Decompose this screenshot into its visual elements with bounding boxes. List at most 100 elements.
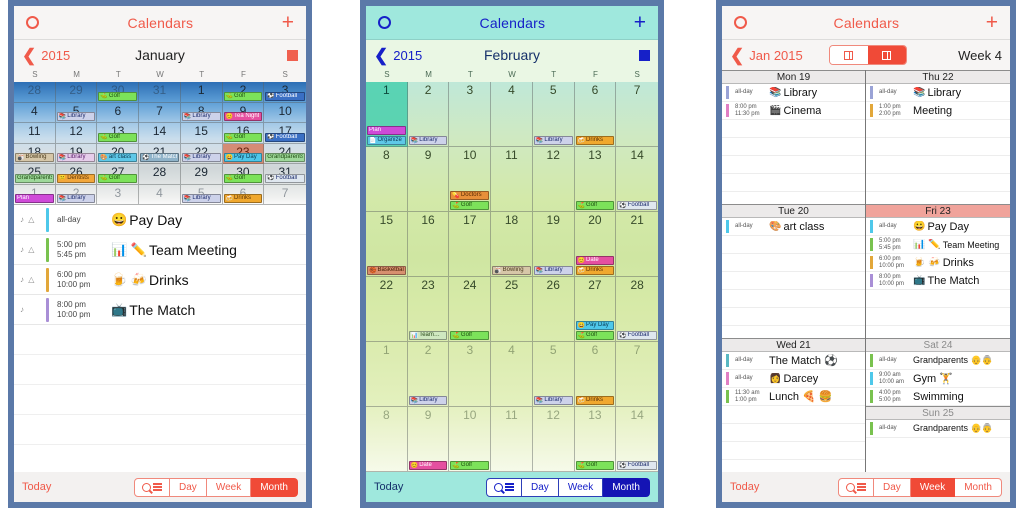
event-badge[interactable]: 🍻 Drinks: [575, 396, 615, 405]
day-cell[interactable]: 10 💊 Doctors ⛳ Golf: [449, 147, 492, 212]
event-badge[interactable]: 😀 Pay Day: [223, 153, 263, 162]
event-badge[interactable]: 🍻 Drinks: [575, 266, 615, 275]
event-badge[interactable]: ⚽ Football: [265, 91, 305, 101]
day-cell[interactable]: 12: [532, 147, 575, 212]
event-badge[interactable]: ⛳ Golf: [450, 331, 490, 340]
day-cell[interactable]: 4: [491, 342, 533, 407]
search-button[interactable]: [838, 477, 875, 497]
event-badge[interactable]: ⛳ Golf: [575, 201, 615, 210]
week-event-row[interactable]: all-day The Match ⚽: [722, 352, 865, 370]
week-day-header[interactable]: Sat 24: [866, 338, 1010, 352]
day-cell[interactable]: 1: [366, 342, 408, 407]
event-badge[interactable]: 😊 Date: [575, 256, 615, 265]
stop-square-icon[interactable]: [639, 49, 650, 61]
stop-square-icon[interactable]: [287, 49, 298, 61]
day-cell[interactable]: 28: [139, 164, 181, 185]
record-circle-icon[interactable]: [26, 16, 39, 29]
event-badge[interactable]: ⛳ Golf: [575, 331, 615, 340]
day-cell[interactable]: 8: [366, 407, 408, 472]
day-cell[interactable]: 27 ⛳ Golf: [97, 164, 140, 185]
segment-month[interactable]: Month: [251, 477, 298, 497]
event-badge[interactable]: 📚 Library: [56, 194, 96, 203]
event-badge[interactable]: ⚽ Football: [617, 331, 657, 340]
event-badge[interactable]: ⛳ Golf: [98, 91, 138, 101]
year-label[interactable]: 2015: [41, 48, 70, 63]
single-page-icon[interactable]: [867, 46, 906, 64]
week-event-row[interactable]: 4:00 pm 5:00 pm Swimming: [866, 388, 1010, 406]
day-cell[interactable]: 3: [449, 342, 492, 407]
day-cell[interactable]: 19 📚 Library: [532, 212, 575, 277]
week-event-row[interactable]: all-day 📚 Library: [866, 84, 1010, 102]
day-cell[interactable]: 31 ⚽ Football: [264, 164, 306, 185]
event-list-row[interactable]: ♪ △ 5:00 pm 5:45 pm 📊 ✏️ Team Meeting: [14, 235, 306, 265]
week-event-row[interactable]: 11:30 am 1:00 pm Lunch 🍕 🍔: [722, 388, 865, 406]
day-cell[interactable]: 10 ⛳ Golf: [449, 407, 492, 472]
event-badge[interactable]: ⚽ Football: [265, 132, 305, 142]
week-day-header[interactable]: Mon 19: [722, 70, 865, 84]
day-cell[interactable]: 10: [264, 103, 306, 123]
event-badge[interactable]: 📚 Library: [181, 153, 221, 162]
segment-month[interactable]: Month: [603, 477, 650, 497]
day-cell[interactable]: 13 ⛳ Golf: [574, 407, 617, 472]
period-label[interactable]: Jan 2015: [749, 48, 803, 63]
plus-icon[interactable]: +: [282, 12, 294, 33]
day-cell[interactable]: 28: [14, 82, 56, 103]
day-cell[interactable]: 1: [180, 82, 223, 103]
event-badge[interactable]: 📚 Library: [181, 194, 221, 203]
record-circle-icon[interactable]: [734, 16, 747, 29]
day-cell[interactable]: 26: [532, 277, 575, 342]
event-badge[interactable]: Plan: [367, 126, 406, 135]
week-event-row[interactable]: all-day 🎨 art class: [722, 218, 865, 236]
event-list-row[interactable]: ♪ 8:00 pm 10:00 pm 📺 The Match: [14, 295, 306, 325]
segment-week[interactable]: Week: [558, 477, 604, 497]
week-event-row[interactable]: 8:00 pm 10:00 pm 📺 The Match: [866, 272, 1010, 290]
event-badge[interactable]: 📚 Library: [533, 266, 573, 275]
event-badge[interactable]: 😀 Pay Day: [575, 321, 615, 330]
day-cell[interactable]: 5 📚 Library: [532, 342, 575, 407]
today-button[interactable]: Today: [374, 481, 403, 493]
day-cell[interactable]: 23 📊 Team…: [407, 277, 450, 342]
day-cell[interactable]: 9 😊 Date: [407, 407, 450, 472]
day-cell[interactable]: 6 🍻 Drinks: [574, 342, 617, 407]
day-cell[interactable]: 6: [97, 102, 140, 123]
week-event-row[interactable]: all-day 📚 Library: [722, 84, 865, 102]
day-cell[interactable]: 20 😊 Date 🍻 Drinks: [574, 212, 617, 277]
day-cell[interactable]: 26 😐 Dentists: [55, 164, 98, 185]
day-cell[interactable]: 21 ⚽ The Match: [139, 143, 181, 164]
event-badge[interactable]: ⛳ Golf: [223, 173, 263, 183]
day-cell[interactable]: 18 🎳 Bowling: [491, 212, 533, 277]
segment-day[interactable]: Day: [170, 477, 207, 497]
day-cell[interactable]: 25: [491, 277, 533, 342]
day-cell[interactable]: 14 ⚽ Football: [616, 147, 658, 212]
event-list-row[interactable]: ♪ △ 6:00 pm 10:00 pm 🍺 🍻 Drinks: [14, 265, 306, 295]
segment-week[interactable]: Week: [206, 477, 252, 497]
week-event-row[interactable]: all-day Grandparents 👴👵: [866, 420, 1010, 438]
event-badge[interactable]: ⛳ Golf: [450, 201, 490, 210]
day-cell[interactable]: 11: [491, 147, 533, 212]
segment-month[interactable]: Month: [955, 477, 1002, 497]
day-cell[interactable]: 7: [616, 342, 658, 407]
day-cell[interactable]: 5 📚 Library: [55, 102, 98, 123]
event-badge[interactable]: ⚽ Football: [617, 201, 657, 210]
day-cell[interactable]: 2 📚 Library: [407, 82, 450, 147]
event-badge[interactable]: 😊 Tea Night: [223, 112, 263, 121]
day-cell[interactable]: 2 ⛳ Golf: [222, 82, 265, 103]
day-cell[interactable]: 4: [14, 102, 56, 123]
day-cell[interactable]: 1 Plan 📄 Organize: [366, 82, 408, 147]
week-layout-toggle[interactable]: [828, 45, 907, 65]
event-badge[interactable]: ⛳ Golf: [98, 132, 138, 142]
week-event-row[interactable]: 6:00 pm 10:00 pm 🍺 🍻 Drinks: [866, 254, 1010, 272]
day-cell[interactable]: 17: [449, 212, 492, 277]
segment-day[interactable]: Day: [522, 477, 559, 497]
day-cell[interactable]: 31: [139, 82, 181, 103]
day-cell[interactable]: 19 📚 Library: [55, 143, 98, 164]
day-cell[interactable]: 13 ⛳ Golf: [97, 123, 140, 144]
search-button[interactable]: [134, 477, 171, 497]
chevron-left-icon[interactable]: ❮: [730, 47, 744, 64]
day-cell[interactable]: 9: [407, 147, 450, 212]
week-day-header[interactable]: Wed 21: [722, 338, 865, 352]
day-cell[interactable]: 28 ⚽ Football: [616, 277, 658, 342]
event-badge[interactable]: Plan: [15, 194, 54, 203]
week-day-header[interactable]: Tue 20: [722, 204, 865, 218]
segment-day[interactable]: Day: [874, 477, 911, 497]
